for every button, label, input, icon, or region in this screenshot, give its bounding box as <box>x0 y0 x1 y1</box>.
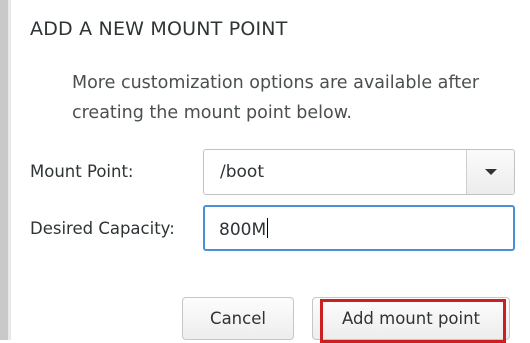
dialog-title: ADD A NEW MOUNT POINT <box>30 18 288 40</box>
desired-capacity-input[interactable]: 800M <box>203 205 515 251</box>
text-caret <box>267 218 269 238</box>
mount-point-value[interactable]: /boot <box>220 162 264 182</box>
chevron-down-icon <box>485 169 497 175</box>
dialog-description: More customization options are available… <box>72 73 480 123</box>
mount-point-combobox[interactable]: /boot <box>203 149 515 195</box>
dialog-left-edge-inner <box>8 0 11 340</box>
desired-capacity-text: 800M <box>219 220 267 240</box>
add-mount-point-button[interactable]: Add mount point <box>312 297 510 340</box>
desired-capacity-label: Desired Capacity: <box>30 219 175 238</box>
mount-point-label: Mount Point: <box>30 162 134 181</box>
dialog-left-edge <box>0 0 8 340</box>
add-mount-point-dialog: ADD A NEW MOUNT POINT More customization… <box>0 0 530 343</box>
mount-point-dropdown-button[interactable] <box>467 150 514 194</box>
cancel-button[interactable]: Cancel <box>182 297 294 340</box>
desired-capacity-value[interactable]: 800M <box>219 218 269 240</box>
